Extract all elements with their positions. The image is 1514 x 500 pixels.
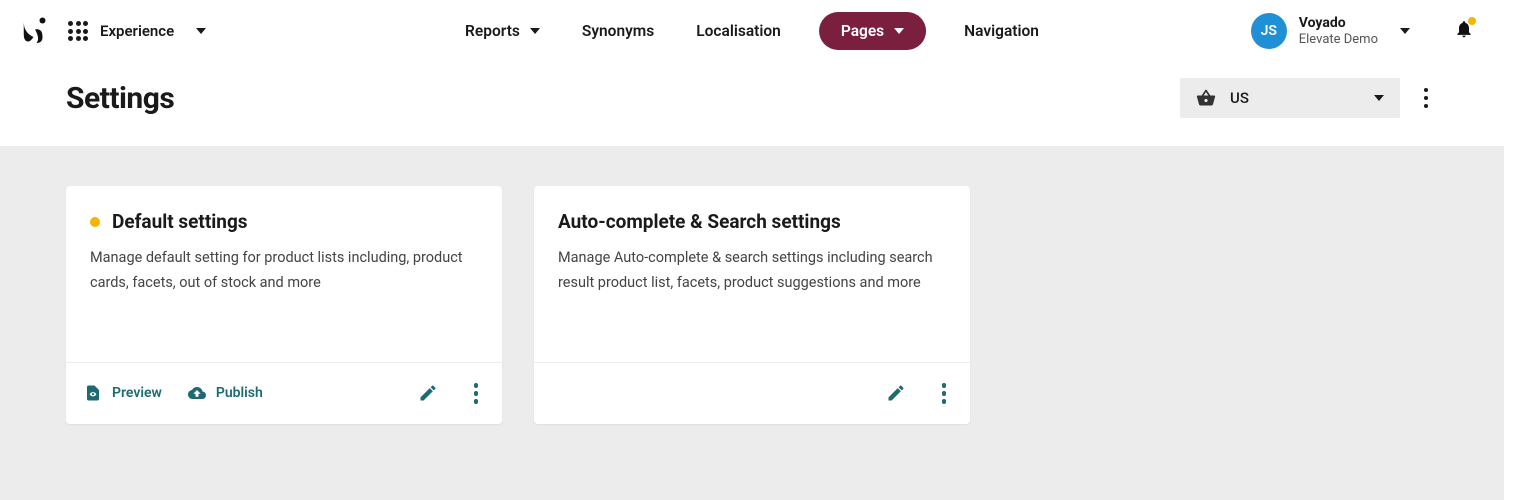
- avatar-initials: JS: [1261, 23, 1277, 39]
- card-description: Manage default setting for product lists…: [90, 245, 478, 296]
- preview-button[interactable]: Preview: [84, 384, 162, 402]
- nav-synonyms[interactable]: Synonyms: [578, 14, 658, 48]
- caret-down-icon: [530, 28, 540, 34]
- card-more-menu[interactable]: [468, 377, 485, 410]
- user-text: Voyado Elevate Demo: [1299, 15, 1378, 47]
- nav-pages-label: Pages: [841, 22, 884, 40]
- publish-label: Publish: [216, 385, 263, 401]
- page-title: Settings: [66, 81, 174, 116]
- card-more-menu[interactable]: [936, 377, 953, 410]
- content-area: Default settings Manage default setting …: [0, 146, 1504, 500]
- user-name: Voyado: [1299, 15, 1378, 32]
- nav-synonyms-label: Synonyms: [582, 22, 654, 40]
- card-default-settings[interactable]: Default settings Manage default setting …: [66, 186, 502, 424]
- card-body: Default settings Manage default setting …: [66, 186, 502, 362]
- user-menu[interactable]: JS Voyado Elevate Demo: [1245, 9, 1416, 53]
- card-footer: [534, 362, 970, 424]
- nav-localisation[interactable]: Localisation: [692, 14, 785, 48]
- preview-label: Preview: [112, 385, 162, 401]
- card-title: Auto-complete & Search settings: [558, 210, 841, 233]
- card-body: Auto-complete & Search settings Manage A…: [534, 186, 970, 362]
- topbar: Experience Reports Synonyms Localisation…: [0, 0, 1504, 62]
- subheader-right: US: [1180, 78, 1438, 118]
- card-description: Manage Auto-complete & search settings i…: [558, 245, 946, 296]
- preview-icon: [84, 384, 102, 402]
- notifications-button[interactable]: [1448, 13, 1480, 49]
- subheader: Settings US: [0, 62, 1504, 146]
- caret-down-icon: [1400, 28, 1410, 34]
- status-dot-icon: [90, 217, 100, 227]
- notification-dot-icon: [1468, 17, 1476, 25]
- card-autocomplete-search-settings[interactable]: Auto-complete & Search settings Manage A…: [534, 186, 970, 424]
- shopping-basket-icon: [1196, 88, 1216, 108]
- page-more-menu[interactable]: [1414, 82, 1438, 115]
- app-switcher-label: Experience: [100, 22, 174, 40]
- pencil-icon: [886, 383, 906, 403]
- topbar-right: JS Voyado Elevate Demo: [1245, 9, 1480, 53]
- caret-down-icon: [894, 28, 904, 34]
- locale-value: US: [1230, 89, 1249, 107]
- publish-icon: [188, 384, 206, 402]
- apps-grid-icon: [68, 21, 88, 41]
- nav-reports[interactable]: Reports: [461, 14, 544, 48]
- user-sub: Elevate Demo: [1299, 32, 1378, 48]
- nav-navigation-label: Navigation: [964, 22, 1039, 40]
- caret-down-icon: [196, 28, 206, 34]
- nav-navigation[interactable]: Navigation: [960, 14, 1043, 48]
- nav-pages[interactable]: Pages: [819, 12, 926, 50]
- nav-localisation-label: Localisation: [696, 22, 781, 40]
- avatar: JS: [1251, 13, 1287, 49]
- brand-logo: [20, 16, 50, 46]
- edit-button[interactable]: [414, 379, 442, 407]
- edit-button[interactable]: [882, 379, 910, 407]
- card-footer: Preview Publish: [66, 362, 502, 424]
- pencil-icon: [418, 383, 438, 403]
- card-title: Default settings: [112, 210, 248, 233]
- caret-down-icon: [1374, 95, 1384, 101]
- locale-select[interactable]: US: [1180, 78, 1400, 118]
- app-switcher[interactable]: Experience: [68, 21, 206, 41]
- publish-button[interactable]: Publish: [188, 384, 263, 402]
- main-nav: Reports Synonyms Localisation Pages Navi…: [461, 12, 1043, 50]
- nav-reports-label: Reports: [465, 22, 520, 40]
